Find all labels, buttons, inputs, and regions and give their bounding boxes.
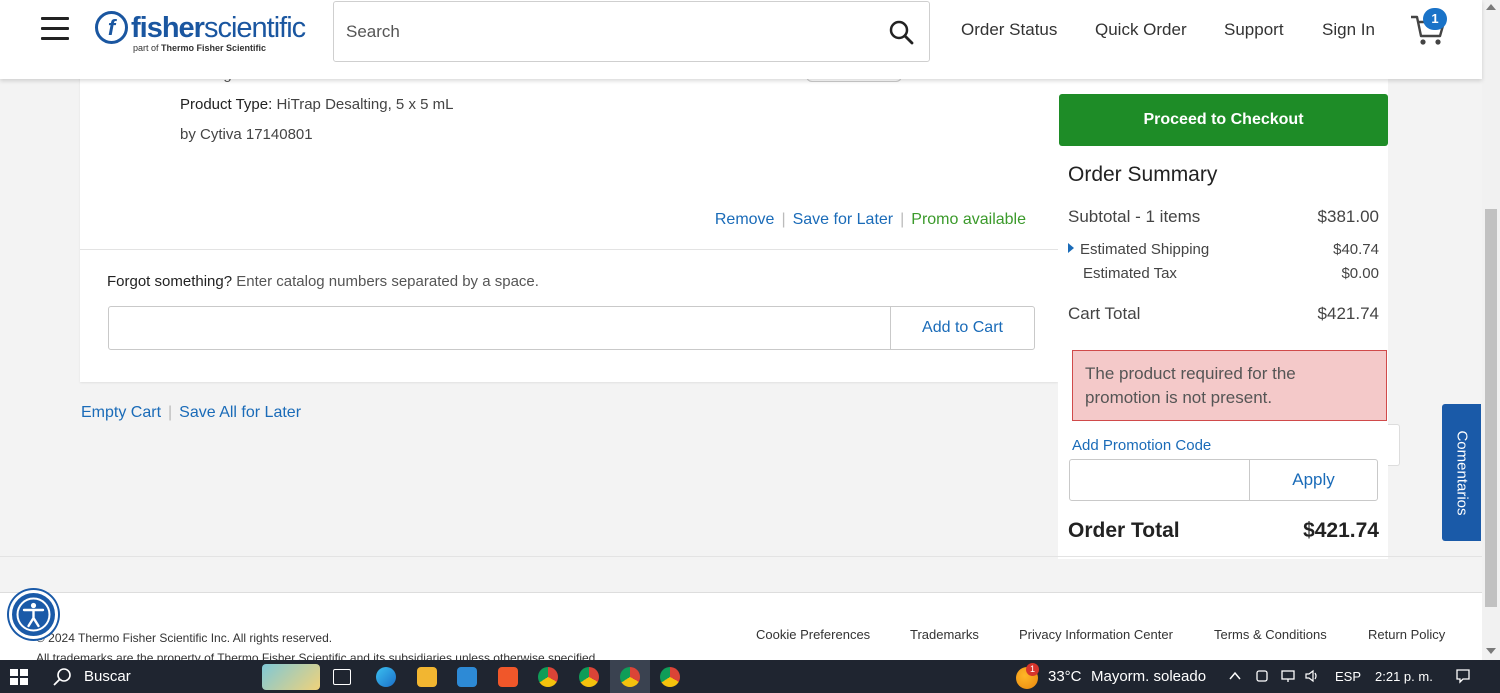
footer-link-trademarks[interactable]: Trademarks (910, 627, 979, 642)
notifications-icon[interactable] (1455, 668, 1471, 684)
copyright-text: © 2024 Thermo Fisher Scientific Inc. All… (36, 631, 333, 645)
shipping-row[interactable]: Estimated Shipping $40.74 (1068, 241, 1379, 258)
tax-value: $0.00 (1341, 265, 1379, 282)
logo-subtitle: part of Thermo Fisher Scientific (133, 43, 267, 53)
clock[interactable]: 2:21 p. m. (1375, 669, 1433, 684)
promo-code-input[interactable] (1069, 459, 1250, 501)
chrome-profile-icon[interactable] (579, 667, 599, 687)
cart-total-value: $421.74 (1317, 304, 1379, 323)
file-explorer-icon[interactable] (417, 667, 437, 687)
cart-count-badge[interactable]: 1 (1423, 8, 1447, 30)
search-input[interactable] (346, 18, 866, 46)
chrome-window-icon[interactable] (660, 667, 680, 687)
footer-link-return-policy[interactable]: Return Policy (1368, 627, 1445, 642)
subtotal-row: Subtotal - 1 items $381.00 (1068, 207, 1379, 227)
item-actions: Remove | Save for Later | Promo available (714, 211, 1026, 228)
save-all-for-later-link[interactable]: Save All for Later (179, 404, 301, 421)
input-language[interactable]: ESP (1335, 669, 1361, 684)
volume-icon[interactable] (1304, 668, 1320, 684)
logo-f-icon: f (95, 11, 128, 44)
fisher-scientific-logo[interactable]: f fisherscientific part of Thermo Fisher… (95, 11, 306, 55)
catalog-numbers-input[interactable] (108, 306, 891, 350)
feedback-label: Comentarios (1453, 429, 1470, 516)
order-summary-title: Order Summary (1068, 163, 1218, 186)
cart-total-label: Cart Total (1068, 304, 1141, 323)
expand-triangle-icon[interactable] (1068, 243, 1074, 253)
save-for-later-link[interactable]: Save for Later (793, 211, 894, 228)
nav-order-status[interactable]: Order Status (961, 20, 1057, 40)
scroll-down-arrow-icon[interactable] (1486, 648, 1496, 654)
windows-start-icon[interactable] (10, 669, 28, 685)
quick-add-label: Forgot something? Enter catalog numbers … (107, 273, 539, 290)
order-total-label: Order Total (1068, 519, 1180, 542)
taskbar-search-label[interactable]: Buscar (84, 668, 131, 685)
cart-item-card: Catalog Number: 45-000-282 Product Type:… (80, 60, 1058, 382)
subtotal-value: $381.00 (1317, 207, 1379, 226)
promo-available-link[interactable]: Promo available (911, 211, 1026, 228)
promo-box-edge (1388, 424, 1400, 466)
taskbar-widget-image[interactable] (262, 664, 320, 690)
mail-icon[interactable] (457, 667, 477, 687)
add-to-cart-button[interactable]: Add to Cart (890, 306, 1035, 350)
tax-row: Estimated Tax $0.00 (1068, 265, 1379, 282)
nav-quick-order[interactable]: Quick Order (1095, 20, 1187, 40)
empty-cart-link[interactable]: Empty Cart (81, 404, 161, 421)
accessibility-icon[interactable] (9, 590, 58, 639)
footer-link-terms[interactable]: Terms & Conditions (1214, 627, 1327, 642)
task-view-icon[interactable] (333, 669, 351, 685)
scrollbar-thumb[interactable] (1485, 209, 1497, 607)
tax-label: Estimated Tax (1083, 265, 1177, 282)
cart-total-row: Cart Total $421.74 (1068, 304, 1379, 324)
weather-badge: 1 (1026, 663, 1039, 676)
order-summary-panel: Proceed to Checkout Order Summary Subtot… (1058, 79, 1400, 559)
site-footer: © 2024 Thermo Fisher Scientific Inc. All… (0, 592, 1482, 665)
feedback-tab[interactable]: Comentarios (1442, 404, 1481, 541)
apply-promo-button[interactable]: Apply (1249, 459, 1378, 501)
site-header: f fisherscientific part of Thermo Fisher… (0, 0, 1482, 79)
order-total-row: Order Total $421.74 (1068, 519, 1379, 543)
remove-link[interactable]: Remove (715, 211, 775, 228)
divider (80, 249, 1058, 250)
footer-link-privacy[interactable]: Privacy Information Center (1019, 627, 1173, 642)
nav-sign-in[interactable]: Sign In (1322, 20, 1375, 40)
add-promotion-code-link[interactable]: Add Promotion Code (1072, 437, 1211, 454)
search-icon[interactable] (888, 19, 914, 45)
order-total-value: $421.74 (1303, 519, 1379, 542)
chevron-up-icon[interactable] (1227, 668, 1243, 684)
search-bar (333, 1, 930, 62)
taskbar-search-icon[interactable] (52, 667, 72, 687)
footer-link-cookie-preferences[interactable]: Cookie Preferences (756, 627, 870, 642)
product-type: Product Type: HiTrap Desalting, 5 x 5 mL (180, 96, 454, 113)
product-vendor: by Cytiva 17140801 (180, 126, 313, 143)
nav-support[interactable]: Support (1224, 20, 1284, 40)
menu-icon[interactable] (41, 17, 69, 43)
subtotal-label: Subtotal - 1 items (1068, 207, 1201, 226)
temperature[interactable]: 33°C (1048, 668, 1082, 685)
proceed-to-checkout-button[interactable]: Proceed to Checkout (1059, 94, 1388, 146)
shipping-value: $40.74 (1333, 241, 1379, 258)
meet-now-icon[interactable] (1254, 668, 1270, 684)
cart-actions: Empty Cart | Save All for Later (81, 404, 302, 421)
shipping-label[interactable]: Estimated Shipping (1080, 241, 1209, 258)
chrome-active-icon[interactable] (620, 667, 640, 687)
footer-divider (0, 556, 1482, 557)
edge-browser-icon[interactable] (376, 667, 396, 687)
network-icon[interactable] (1280, 668, 1296, 684)
windows-taskbar: Buscar 1 33°C Mayorm. soleado ESP 2:21 p… (0, 660, 1500, 693)
brave-browser-icon[interactable] (498, 667, 518, 687)
scroll-up-arrow-icon[interactable] (1486, 4, 1496, 10)
promo-error-alert: The product required for the promotion i… (1072, 350, 1387, 421)
chrome-icon[interactable] (538, 667, 558, 687)
weather-description[interactable]: Mayorm. soleado (1091, 668, 1206, 685)
logo-wordmark: fisherscientific (131, 12, 306, 44)
